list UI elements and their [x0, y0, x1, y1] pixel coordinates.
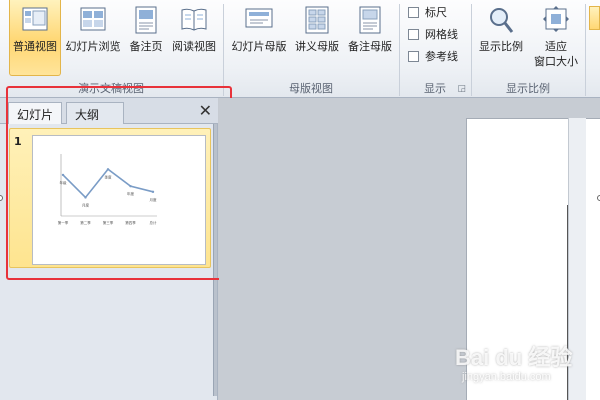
fit-to-window-button[interactable]: 适应 窗口大小 [530, 0, 582, 76]
zoom-label: 显示比例 [479, 40, 523, 53]
master-views-group: 幻灯片母版 讲义母版 备注母版 母版视图 [224, 0, 398, 97]
show-group: 标尺 网格线 参考线 显示 ◲ [400, 0, 470, 97]
next-ribbon-button-edge[interactable] [589, 6, 600, 30]
zoom-group: 显示比例 适应 窗口大小 显示比例 [472, 0, 584, 97]
magnifier-icon [490, 8, 514, 33]
x-tick-label: 第三季 [103, 220, 114, 225]
data-point [151, 190, 155, 194]
notes-page-button[interactable]: 备注页 [125, 0, 167, 76]
data-point [129, 184, 132, 188]
normal-view-icon [22, 7, 48, 31]
slide-sorter-icon [80, 7, 106, 31]
notes-page-icon [135, 6, 157, 34]
normal-view-button[interactable]: 普通视图 [9, 0, 61, 76]
slide-master-button[interactable]: 幻灯片母版 [228, 0, 290, 76]
reading-view-icon [181, 8, 207, 31]
reading-view-label: 阅读视图 [172, 40, 216, 53]
panel-splitter[interactable] [213, 124, 217, 396]
guides-checkbox[interactable]: 参考线 [408, 48, 458, 64]
slide-sorter-label: 幻灯片浏览 [65, 40, 121, 53]
notes-master-label: 备注母版 [348, 40, 392, 53]
data-point [61, 173, 65, 177]
close-panel-icon[interactable]: ✕ [199, 101, 212, 120]
presentation-views-group: 普通视图 幻灯片浏览 备注页 阅读视图 演示文稿视图 [0, 0, 222, 97]
reading-view-button[interactable]: 阅读视图 [168, 0, 220, 76]
slides-panel: 幻灯片 大纲 ✕ 1 年级月度 季度年度月度第一季 第二季 第三季 第四季 总计 [0, 98, 218, 400]
data-label: 年级 [60, 180, 67, 185]
guides-label: 参考线 [425, 50, 458, 63]
notes-page-label: 备注页 [129, 40, 163, 53]
ruler-label: 标尺 [425, 6, 447, 19]
handout-master-button[interactable]: 讲义母版 [291, 0, 343, 76]
data-label: 年度 [127, 191, 134, 196]
series-line [62, 168, 154, 199]
slide-master-label: 幻灯片母版 [231, 40, 287, 53]
gridlines-checkbox[interactable]: 网格线 [408, 26, 458, 42]
guides-checkbox-box[interactable] [408, 51, 419, 62]
fit-window-icon [543, 6, 569, 32]
handout-master-icon [305, 6, 329, 34]
x-tick-label: 总计 [150, 220, 157, 225]
slide-master-icon [245, 8, 273, 28]
slide-number: 1 [14, 135, 22, 148]
notes-master-icon [359, 6, 381, 34]
data-point [106, 168, 110, 171]
ruler-checkbox[interactable]: 标尺 [408, 4, 447, 20]
normal-view-label: 普通视图 [13, 40, 57, 53]
zoom-group-label: 显示比例 [506, 82, 550, 95]
data-point [84, 196, 87, 199]
tab-outline[interactable]: 大纲 [66, 102, 124, 124]
tab-slides[interactable]: 幻灯片 [8, 102, 63, 124]
ribbon: 普通视图 幻灯片浏览 备注页 阅读视图 演示文稿视图 幻灯片母版 讲义母版 备注… [0, 0, 600, 98]
slide-sorter-button[interactable]: 幻灯片浏览 [62, 0, 124, 76]
notes-master-button[interactable]: 备注母版 [344, 0, 396, 76]
presentation-views-group-label: 演示文稿视图 [78, 82, 144, 95]
panel-tabs: 幻灯片 大纲 ✕ [0, 98, 218, 124]
gridlines-label: 网格线 [425, 28, 458, 41]
ribbon-separator [585, 4, 586, 96]
fit-window-label-line2: 窗口大小 [534, 55, 578, 68]
baidu-watermark-url: jingyan.baidu.com [462, 371, 551, 383]
x-tick-label: 第二季 [80, 220, 91, 225]
x-tick-label: 第一季 [58, 220, 69, 225]
slide-thumbnail-item[interactable]: 1 年级月度 季度年度月度第一季 第二季 第三季 第四季 总计 [9, 128, 211, 268]
thumbnail-line-chart: 年级月度 季度年度月度第一季 第二季 第三季 第四季 总计 [58, 154, 157, 225]
slide-thumbnail[interactable]: 年级月度 季度年度月度第一季 第二季 第三季 第四季 总计 [32, 135, 206, 265]
data-label: 月度 [82, 202, 89, 207]
baidu-watermark: Bai du 经验 [455, 345, 573, 370]
gridlines-checkbox-box[interactable] [408, 29, 419, 40]
x-tick-label: 第四季 [125, 220, 136, 225]
ruler-checkbox-box[interactable] [408, 7, 419, 18]
master-views-group-label: 母版视图 [289, 82, 333, 95]
fit-window-label-line1: 适应 [545, 40, 567, 53]
handout-master-label: 讲义母版 [295, 40, 339, 53]
tab-slides-label: 幻灯片 [17, 108, 54, 122]
data-label: 月度 [150, 197, 157, 202]
tab-outline-label: 大纲 [75, 108, 100, 122]
dialog-launcher-icon[interactable]: ◲ [457, 84, 466, 94]
zoom-button[interactable]: 显示比例 [474, 0, 528, 76]
data-label: 季度 [105, 174, 112, 179]
